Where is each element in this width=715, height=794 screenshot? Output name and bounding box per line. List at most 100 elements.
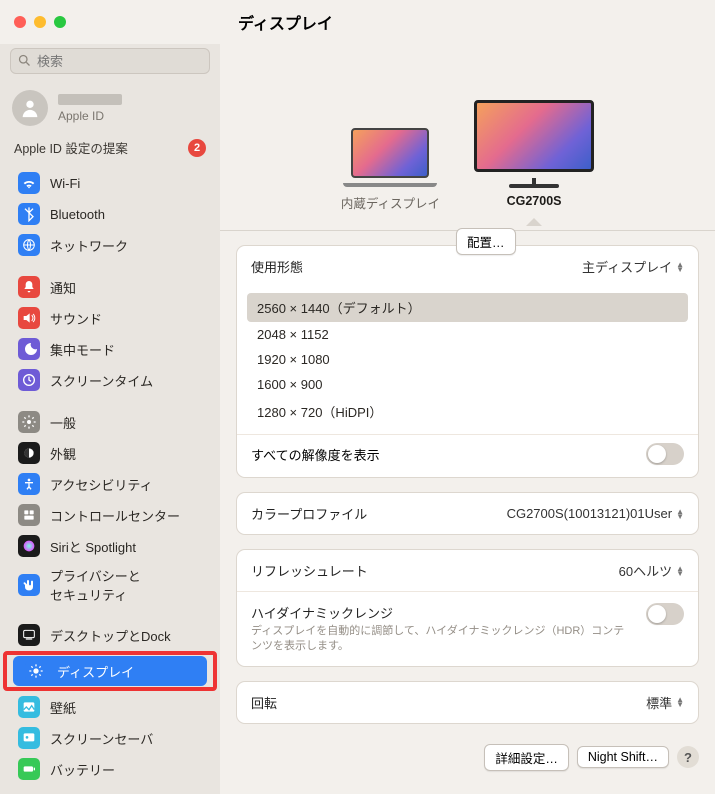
monitor-external[interactable]: CG2700S (474, 100, 594, 226)
sidebar-item-バッテリー[interactable]: バッテリー (6, 754, 214, 784)
hdr-label: ハイダイナミックレンジ (251, 603, 632, 622)
sidebar-item-label: デスクトップとDock (50, 626, 171, 645)
color-profile-select[interactable]: CG2700S(10013121)01User▲▼ (507, 506, 684, 521)
sidebar-item-label: 通知 (50, 278, 76, 297)
hdr-toggle[interactable] (646, 603, 684, 625)
sun-icon (25, 660, 47, 682)
sidebar-item-label: バッテリー (50, 760, 115, 779)
sidebar-item-wi-fi[interactable]: Wi-Fi (6, 168, 214, 198)
apple-id-name-redacted (58, 94, 122, 105)
close-icon[interactable] (14, 16, 26, 28)
sidebar-item-bluetooth[interactable]: Bluetooth (6, 199, 214, 229)
sidebar-item-label: 集中モード (50, 340, 115, 359)
bell-icon (18, 276, 40, 298)
resolution-option[interactable]: 1600 × 900 (247, 372, 688, 397)
arrange-button[interactable]: 配置… (456, 228, 516, 255)
sidebar-item-スクリーンセーバ[interactable]: スクリーンセーバ (6, 723, 214, 753)
apple-id-row[interactable]: Apple ID (0, 84, 220, 138)
sidebar-item-コントロールセンター[interactable]: コントロールセンター (6, 500, 214, 530)
refresh-rate-label: リフレッシュレート (251, 561, 368, 580)
sidebar-item-label: 一般 (50, 413, 76, 432)
wifi-icon (18, 172, 40, 194)
moon-icon (18, 338, 40, 360)
sidebar-item-アクセシビリティ[interactable]: アクセシビリティ (6, 469, 214, 499)
rotation-row[interactable]: 回転 標準▲▼ (237, 682, 698, 723)
window-controls[interactable] (0, 16, 220, 28)
page-title: ディスプレイ (220, 10, 333, 34)
search-icon (17, 53, 32, 68)
suggestions-badge: 2 (188, 139, 206, 157)
hand-icon (18, 574, 40, 596)
hdr-row: ハイダイナミックレンジ ディスプレイを自動的に調節して、ハイダイナミックレンジ（… (237, 591, 698, 666)
sidebar-item-label: プライバシーと セキュリティ (50, 566, 141, 604)
rotation-label: 回転 (251, 693, 277, 712)
resolution-list: 2560 × 1440（デフォルト）2048 × 11521920 × 1080… (237, 287, 698, 434)
color-profile-row[interactable]: カラープロファイル CG2700S(10013121)01User▲▼ (237, 493, 698, 534)
hour-icon (18, 369, 40, 391)
globe-icon (18, 234, 40, 256)
help-button[interactable]: ? (677, 746, 699, 768)
resolution-option[interactable]: 2048 × 1152 (247, 322, 688, 347)
acc-icon (18, 473, 40, 495)
laptop-icon (351, 128, 429, 178)
search-input[interactable] (10, 48, 210, 74)
ss-icon (18, 727, 40, 749)
advanced-button[interactable]: 詳細設定… (484, 744, 569, 771)
refresh-rate-select[interactable]: 60ヘルツ▲▼ (619, 561, 684, 580)
sidebar-item-ネットワーク[interactable]: ネットワーク (6, 230, 214, 260)
sound-icon (18, 307, 40, 329)
usage-label: 使用形態 (251, 257, 303, 276)
sidebar-item-一般[interactable]: 一般 (6, 407, 214, 437)
sidebar-item-壁紙[interactable]: 壁紙 (6, 692, 214, 722)
resolution-option[interactable]: 2560 × 1440（デフォルト） (247, 293, 688, 322)
color-profile-label: カラープロファイル (251, 504, 367, 523)
gear-icon (18, 411, 40, 433)
monitor-icon (474, 100, 594, 172)
sidebar-item-通知[interactable]: 通知 (6, 272, 214, 302)
usage-select[interactable]: 主ディスプレイ▲▼ (582, 257, 684, 276)
sidebar-item-集中モード[interactable]: 集中モード (6, 334, 214, 364)
show-all-label: すべての解像度を表示 (251, 445, 380, 464)
sidebar-item-label: Siriと Spotlight (50, 537, 136, 556)
siri-icon (18, 535, 40, 557)
zoom-icon[interactable] (54, 16, 66, 28)
minimize-icon[interactable] (34, 16, 46, 28)
batt-icon (18, 758, 40, 780)
sidebar-item-スクリーンタイム[interactable]: スクリーンタイム (6, 365, 214, 395)
apple-id-suggestions[interactable]: Apple ID 設定の提案 2 (0, 138, 220, 167)
bt-icon (18, 203, 40, 225)
sidebar: Apple ID Apple ID 設定の提案 2 Wi-Fi Bluetooth… (0, 44, 220, 794)
sidebar-item-label: 壁紙 (50, 698, 76, 717)
main-pane: 配置… 内蔵ディスプレイ CG2700S 使用形態 (220, 44, 715, 794)
appear-icon (18, 442, 40, 464)
sidebar-item-label: スクリーンセーバ (50, 729, 153, 748)
dock-icon (18, 624, 40, 646)
wall-icon (18, 696, 40, 718)
show-all-toggle[interactable] (646, 443, 684, 465)
resolution-option[interactable]: 1920 × 1080 (247, 347, 688, 372)
monitor-external-label: CG2700S (507, 194, 562, 208)
refresh-rate-row[interactable]: リフレッシュレート 60ヘルツ▲▼ (237, 550, 698, 591)
sidebar-item-siriとspotlight[interactable]: Siriと Spotlight (6, 531, 214, 561)
resolution-option[interactable]: 1280 × 720（HiDPI） (247, 397, 688, 426)
sidebar-item-label: Bluetooth (50, 207, 105, 222)
sidebar-item-プライバシーとセキュリティ[interactable]: プライバシーと セキュリティ (6, 562, 214, 608)
sidebar-item-label: サウンド (50, 309, 102, 328)
sidebar-item-label: ディスプレイ (57, 662, 134, 681)
sidebar-item-外観[interactable]: 外観 (6, 438, 214, 468)
sidebar-item-デスクトップとdock[interactable]: デスクトップとDock (6, 620, 214, 650)
sidebar-item-label: 外観 (50, 444, 76, 463)
monitor-internal[interactable]: 内蔵ディスプレイ (341, 128, 440, 226)
night-shift-button[interactable]: Night Shift… (577, 746, 669, 768)
sidebar-item-label: Wi-Fi (50, 176, 80, 191)
rotation-select[interactable]: 標準▲▼ (646, 693, 684, 712)
sidebar-item-サウンド[interactable]: サウンド (6, 303, 214, 333)
sidebar-item-label: ネットワーク (50, 236, 128, 255)
sidebar-item-label: スクリーンタイム (50, 371, 153, 390)
avatar-icon (12, 90, 48, 126)
suggestions-label: Apple ID 設定の提案 (14, 138, 128, 157)
sidebar-item-ディスプレイ[interactable]: ディスプレイ (13, 656, 207, 686)
show-all-resolutions-row: すべての解像度を表示 (237, 434, 698, 477)
monitor-internal-label: 内蔵ディスプレイ (341, 193, 440, 212)
sidebar-item-label: コントロールセンター (50, 506, 180, 525)
